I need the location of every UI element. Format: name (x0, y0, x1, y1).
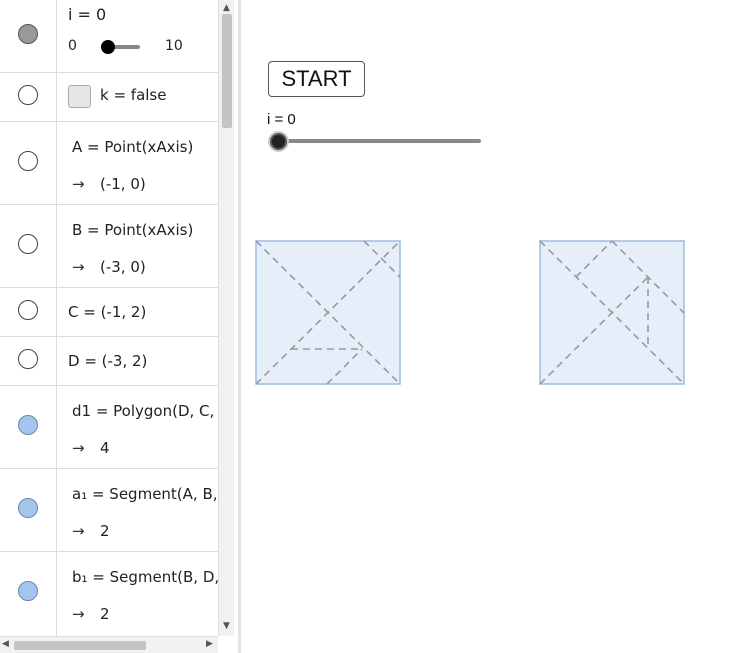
algebra-row-checkbox-k[interactable]: k = false (0, 73, 218, 122)
vertical-scroll-thumb[interactable] (222, 14, 232, 128)
algebra-row-segment-b1[interactable]: b₁ = Segment(B, D, c → 2 (0, 552, 232, 636)
marble-cell (0, 0, 57, 72)
tangram-figures (255, 240, 685, 385)
marble-cell (0, 122, 57, 204)
visibility-marble-icon[interactable] (18, 300, 38, 320)
slider-i-min: 0 (68, 38, 77, 54)
right-square-figure[interactable] (539, 240, 685, 385)
marble-cell (0, 73, 57, 121)
segment-a1-value: 2 (100, 522, 110, 540)
point-b-definition: B = Point(xAxis) (72, 221, 194, 239)
visibility-marble-icon[interactable] (18, 151, 38, 171)
algebra-row-polygon-d1[interactable]: d1 = Polygon(D, C, A → 4 (0, 386, 229, 469)
scroll-left-icon[interactable]: ◀ (2, 639, 9, 649)
scroll-up-icon[interactable]: ▲ (223, 3, 230, 13)
left-square-figure[interactable] (255, 240, 401, 385)
horizontal-scroll-thumb[interactable] (14, 641, 146, 650)
marble-cell (0, 337, 57, 385)
algebra-row-slider-i[interactable]: i = 0 0 10 (0, 0, 218, 73)
marble-cell (0, 469, 57, 551)
point-b-value: (-3, 0) (100, 258, 146, 276)
visibility-marble-icon[interactable] (18, 349, 38, 369)
point-a-value: (-1, 0) (100, 175, 146, 193)
polygon-d1-value: 4 (100, 439, 110, 457)
visibility-marble-icon[interactable] (18, 85, 38, 105)
slider-i-max: 10 (165, 38, 183, 54)
algebra-row-point-d[interactable]: D = (-3, 2) (0, 337, 218, 386)
slider-i-label: i = 0 (68, 5, 107, 24)
arrow-icon: → (72, 175, 85, 193)
checkbox-k-label: k = false (100, 86, 167, 104)
arrow-icon: → (72, 522, 85, 540)
point-a-definition: A = Point(xAxis) (72, 138, 194, 156)
k-checkbox[interactable] (68, 85, 91, 108)
arrow-icon: → (72, 258, 85, 276)
marble-cell (0, 288, 57, 336)
marble-cell (0, 552, 57, 636)
visibility-marble-icon[interactable] (18, 234, 38, 254)
slider-i-knob[interactable] (101, 40, 115, 54)
arrow-icon: → (72, 605, 85, 623)
scroll-right-icon[interactable]: ▶ (206, 639, 213, 649)
algebra-row-point-a[interactable]: A = Point(xAxis) → (-1, 0) (0, 122, 218, 205)
visibility-marble-icon[interactable] (18, 415, 38, 435)
algebra-row-segment-a1[interactable]: a₁ = Segment(A, B, c → 2 (0, 469, 231, 552)
graphics-view[interactable]: START i = 0 (241, 0, 736, 653)
algebra-row-point-b[interactable]: B = Point(xAxis) → (-3, 0) (0, 205, 218, 288)
marble-cell (0, 386, 57, 468)
marble-cell (0, 205, 57, 287)
horizontal-scrollbar[interactable]: ◀ ▶ (0, 636, 218, 653)
segment-b1-definition: b₁ = Segment(B, D, c (72, 568, 233, 586)
vertical-scrollbar[interactable]: ▲ ▼ (218, 0, 234, 636)
point-d-definition: D = (-3, 2) (68, 352, 148, 370)
algebra-view: i = 0 0 10 k = false A = Point(xAxis) → … (0, 0, 234, 653)
visibility-marble-icon[interactable] (18, 24, 38, 44)
segment-b1-value: 2 (100, 605, 110, 623)
polygon-d1-definition: d1 = Polygon(D, C, A (72, 402, 230, 420)
arrow-icon: → (72, 439, 85, 457)
point-c-definition: C = (-1, 2) (68, 303, 147, 321)
visibility-marble-icon[interactable] (18, 581, 38, 601)
segment-a1-definition: a₁ = Segment(A, B, c (72, 485, 231, 503)
algebra-row-point-c[interactable]: C = (-1, 2) (0, 288, 218, 337)
scroll-down-icon[interactable]: ▼ (223, 621, 230, 631)
visibility-marble-icon[interactable] (18, 498, 38, 518)
